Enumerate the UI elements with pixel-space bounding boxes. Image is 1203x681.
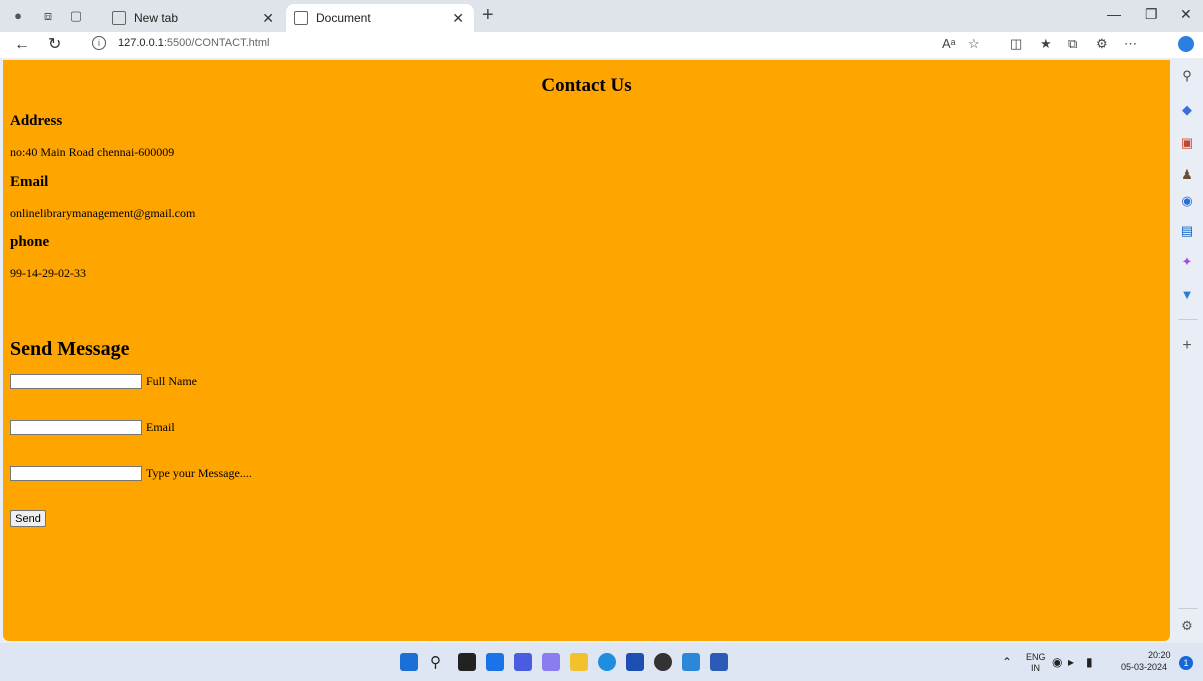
language-bottom[interactable]: IN: [1031, 663, 1040, 673]
email-label: Email: [146, 419, 175, 434]
sidebar-settings-icon[interactable]: ⚙: [1179, 618, 1195, 634]
tab-new-tab[interactable]: New tab ✕: [104, 4, 284, 32]
app-icon[interactable]: [542, 653, 560, 671]
edge-icon[interactable]: [598, 653, 616, 671]
edge-sidebar: ⚲ ◆ ▣ ♟ ◉ ▤ ✦ ▼ + ⚙: [1172, 60, 1203, 641]
new-tab-icon[interactable]: +: [482, 4, 494, 26]
back-icon[interactable]: ←: [14, 35, 30, 55]
profile-icon[interactable]: ●: [10, 8, 26, 24]
email-row: Email: [10, 419, 175, 435]
sidebar-divider: [1178, 608, 1198, 609]
tools-briefcase-icon[interactable]: ▣: [1179, 135, 1195, 151]
full-name-label: Full Name: [146, 373, 197, 388]
split-screen-icon[interactable]: ◫: [1010, 36, 1022, 52]
tab-document[interactable]: Document ✕: [286, 4, 474, 32]
extensions-icon[interactable]: ⚙: [1096, 36, 1108, 52]
address-value: no:40 Main Road chennai-600009: [10, 145, 175, 159]
title-bar: ● ⧈ ▢ New tab ✕ Document ✕ + — ❐ ✕: [0, 0, 1203, 32]
vscode-icon[interactable]: [682, 653, 700, 671]
read-aloud-icon[interactable]: Aᵃ: [942, 36, 956, 51]
restore-icon[interactable]: ❐: [1145, 6, 1158, 23]
address-heading: Address: [10, 113, 63, 129]
designer-icon[interactable]: ✦: [1179, 254, 1195, 270]
copilot-icon[interactable]: [1178, 36, 1194, 52]
word-icon[interactable]: [710, 653, 728, 671]
url-field[interactable]: 127.0.0.1:5500/CONTACT.html: [118, 37, 269, 49]
more-menu-icon[interactable]: ⋯: [1124, 36, 1137, 52]
url-path: :5500/CONTACT.html: [163, 37, 270, 49]
taskbar: ⚲ ⌃ ENG IN ◉ ▸ ▮ 20:20 05-03-2024 1: [0, 643, 1203, 681]
address-bar: ← ↻ i 127.0.0.1:5500/CONTACT.html Aᵃ ☆ ◫…: [0, 32, 1203, 58]
file-explorer-icon[interactable]: [570, 653, 588, 671]
clock-date[interactable]: 05-03-2024: [1121, 662, 1167, 672]
search-icon[interactable]: ⚲: [1179, 68, 1195, 84]
site-info-icon[interactable]: i: [92, 36, 106, 50]
message-row: Type your Message....: [10, 465, 252, 481]
page-content: Contact Us Address no:40 Main Road chenn…: [3, 60, 1170, 641]
microsoft365-icon[interactable]: ◉: [1179, 193, 1195, 209]
tab-close-icon[interactable]: ✕: [452, 4, 464, 32]
message-input[interactable]: [10, 465, 142, 481]
chat-icon[interactable]: [514, 653, 532, 671]
email-value: onlinelibrarymanagement@gmail.com: [10, 206, 196, 220]
add-sidebar-app-icon[interactable]: +: [1179, 338, 1195, 354]
search-taskbar-icon[interactable]: ⚲: [430, 653, 448, 671]
tab-page-icon: [294, 11, 308, 25]
tab-page-icon: [112, 11, 126, 25]
task-view-icon[interactable]: [458, 653, 476, 671]
collections-icon[interactable]: ⧉: [1068, 36, 1077, 52]
close-window-icon[interactable]: ✕: [1180, 6, 1192, 23]
network-icon[interactable]: ◉: [1052, 655, 1062, 669]
minimize-icon[interactable]: —: [1107, 6, 1121, 22]
tab-close-icon[interactable]: ✕: [262, 4, 274, 32]
full-name-row: Full Name: [10, 373, 197, 389]
shopping-tag-icon[interactable]: ◆: [1179, 102, 1195, 118]
favorite-star-icon[interactable]: ☆: [968, 36, 980, 52]
notification-badge[interactable]: 1: [1179, 656, 1193, 670]
start-icon[interactable]: [400, 653, 418, 671]
games-icon[interactable]: ♟: [1179, 167, 1195, 183]
page-title: Contact Us: [541, 75, 632, 96]
url-host: 127.0.0.1: [118, 37, 164, 49]
email-heading: Email: [10, 174, 49, 190]
phone-value: 99-14-29-02-33: [10, 266, 86, 280]
widgets-icon[interactable]: [486, 653, 504, 671]
battery-icon[interactable]: ▮: [1086, 655, 1093, 669]
message-label: Type your Message....: [146, 465, 252, 480]
tab-actions-icon[interactable]: ▢: [68, 8, 84, 24]
phone-heading: phone: [10, 234, 50, 250]
drop-icon[interactable]: ▼: [1179, 287, 1195, 303]
clock-time[interactable]: 20:20: [1148, 650, 1171, 660]
refresh-icon[interactable]: ↻: [48, 35, 61, 55]
language-top[interactable]: ENG: [1026, 652, 1046, 662]
tab-label: New tab: [134, 11, 179, 25]
full-name-input[interactable]: [10, 373, 142, 389]
email-input[interactable]: [10, 419, 142, 435]
tray-chevron-icon[interactable]: ⌃: [1002, 655, 1012, 669]
store-icon[interactable]: [626, 653, 644, 671]
send-message-heading: Send Message: [10, 338, 130, 360]
tab-label: Document: [316, 11, 371, 25]
favorites-icon[interactable]: ★: [1040, 36, 1052, 52]
outlook-icon[interactable]: ▤: [1179, 223, 1195, 239]
send-button[interactable]: Send: [10, 510, 46, 527]
dell-icon[interactable]: [654, 653, 672, 671]
sidebar-divider: [1178, 319, 1198, 320]
volume-icon[interactable]: ▸: [1068, 655, 1074, 669]
workspaces-icon[interactable]: ⧈: [40, 8, 56, 24]
